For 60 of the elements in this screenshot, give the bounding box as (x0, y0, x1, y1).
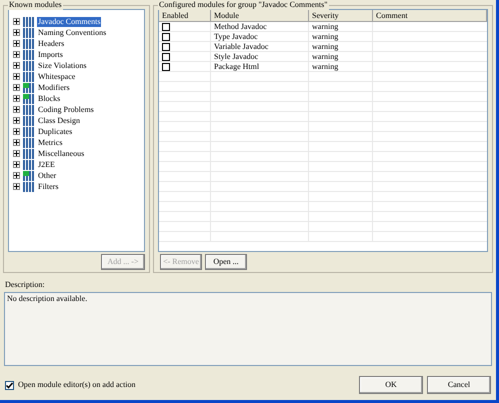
column-header[interactable]: Module (211, 10, 309, 21)
description-label: Description: (4, 280, 46, 290)
expand-icon[interactable] (13, 183, 20, 190)
checkbox[interactable] (162, 62, 170, 70)
table-cell: warning (309, 42, 373, 51)
expand-icon[interactable] (13, 172, 20, 179)
cancel-button[interactable]: Cancel (427, 376, 491, 394)
table-cell: warning (309, 32, 373, 41)
tree-item[interactable]: Size Violations (37, 60, 88, 70)
expand-icon[interactable] (13, 117, 20, 124)
expand-icon[interactable] (13, 95, 20, 102)
checkbox[interactable] (162, 22, 170, 30)
table-cell: Style Javadoc (211, 52, 309, 61)
checkbox[interactable] (5, 380, 14, 390)
expand-icon[interactable] (13, 139, 20, 146)
ok-button[interactable]: OK (359, 376, 423, 394)
expand-icon[interactable] (13, 106, 20, 113)
checkbox[interactable] (162, 42, 170, 50)
expand-icon[interactable] (13, 161, 20, 168)
tree-item[interactable]: Headers (37, 38, 66, 48)
group-title: Configured modules for group "Javadoc Comments" (158, 0, 329, 10)
expand-icon[interactable] (13, 73, 20, 80)
tree-item[interactable]: Other (37, 170, 58, 180)
table-cell: warning (309, 52, 373, 61)
table-cell: Type Javadoc (211, 32, 309, 41)
tree-item[interactable]: Metrics (37, 138, 64, 148)
expand-icon[interactable] (13, 150, 20, 157)
tree-item[interactable]: Blocks (37, 94, 62, 104)
column-header[interactable]: Enabled (159, 10, 211, 21)
tree-item[interactable]: Coding Problems (37, 104, 95, 114)
group-title: Known modules (8, 0, 63, 10)
expand-icon[interactable] (13, 51, 20, 58)
tree-item[interactable]: Class Design (37, 116, 81, 126)
tree-item[interactable]: Modifiers (37, 82, 71, 92)
checkbox-label[interactable]: Open module editor(s) on add action (18, 379, 136, 391)
open-button[interactable]: Open ... (205, 254, 247, 270)
expand-icon[interactable] (13, 128, 20, 135)
table-cell: Variable Javadoc (211, 42, 309, 51)
expand-icon[interactable] (13, 40, 20, 47)
tree-item[interactable]: Miscellaneous (37, 148, 86, 158)
checkbox[interactable] (162, 32, 170, 40)
table-cell: Method Javadoc (211, 22, 309, 31)
checkbox[interactable] (162, 52, 170, 60)
column-header[interactable]: Comment (373, 10, 487, 21)
column-header[interactable]: Severity (309, 10, 373, 21)
expand-icon[interactable] (13, 29, 20, 36)
expand-icon[interactable] (13, 18, 20, 25)
tree-item[interactable]: Naming Conventions (37, 28, 108, 38)
tree-item[interactable]: Filters (37, 182, 60, 192)
expand-icon[interactable] (13, 84, 20, 91)
table-cell: Package Html (211, 62, 309, 71)
table-cell: warning (309, 22, 373, 31)
tree-item[interactable]: Imports (37, 50, 64, 60)
table-cell: warning (309, 62, 373, 71)
tree-item[interactable]: J2EE (37, 160, 56, 170)
tree-item[interactable]: Javadoc Comments (37, 16, 102, 26)
description-field: No description available. (4, 292, 492, 366)
tree-item[interactable]: Whitespace (37, 72, 76, 82)
tree-item[interactable]: Duplicates (37, 126, 74, 136)
expand-icon[interactable] (13, 62, 20, 69)
